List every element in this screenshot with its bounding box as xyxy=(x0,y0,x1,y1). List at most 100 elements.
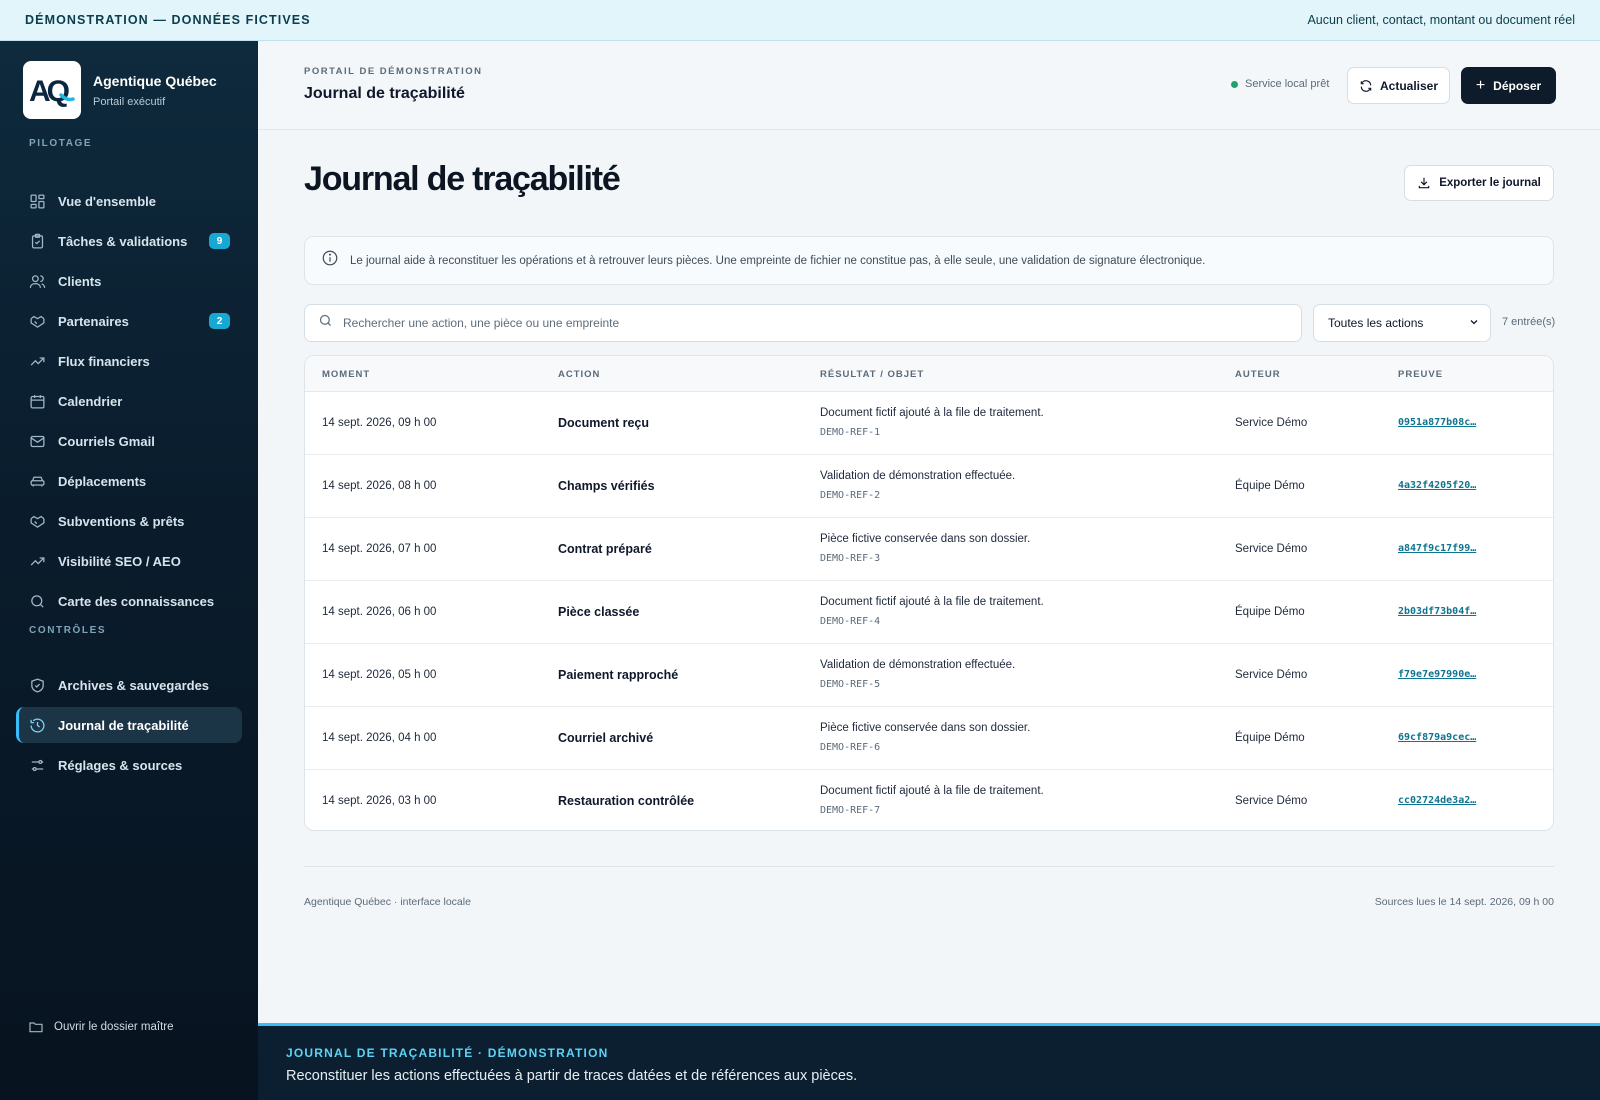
sidebar-item-archives[interactable]: Archives & sauvegardes xyxy=(16,667,242,703)
deposit-button[interactable]: + Déposer xyxy=(1461,67,1556,104)
cell-action: Contrat préparé xyxy=(558,542,652,556)
sidebar-item-label: Visibilité SEO / AEO xyxy=(58,553,181,569)
cell-moment: 14 sept. 2026, 04 h 00 xyxy=(322,732,437,744)
sidebar-item-calendar[interactable]: Calendrier xyxy=(16,383,242,419)
table-row[interactable]: 14 sept. 2026, 08 h 00 Champs vérifiés Val… xyxy=(305,455,1553,518)
sidebar-item-label: Tâches & validations xyxy=(58,233,188,249)
service-status-text: Service local prêt xyxy=(1245,78,1330,90)
deposit-button-label: Déposer xyxy=(1493,78,1542,93)
footer-divider xyxy=(304,866,1554,867)
sidebar-item-label: Partenaires xyxy=(58,313,129,329)
clipboard-check-icon xyxy=(28,232,46,250)
chevron-down-icon xyxy=(1468,316,1480,331)
refresh-button-label: Actualiser xyxy=(1379,78,1439,93)
cell-action: Document reçu xyxy=(558,416,649,430)
brand-logo: AQ xyxy=(23,61,81,119)
open-master-folder-label: Ouvrir le dossier maître xyxy=(54,1021,174,1033)
action-filter-value: Toutes les actions xyxy=(1328,316,1424,330)
sidebar-item-finance[interactable]: Flux financiers xyxy=(16,343,242,379)
open-master-folder-link[interactable]: Ouvrir le dossier maître xyxy=(28,1019,174,1035)
sidebar-item-label: Journal de traçabilité xyxy=(58,717,189,733)
sidebar-item-label: Subventions & prêts xyxy=(58,513,185,529)
cell-moment: 14 sept. 2026, 03 h 00 xyxy=(322,795,437,807)
status-dot-icon xyxy=(1231,80,1238,88)
column-header-author: AUTEUR xyxy=(1235,369,1281,380)
sidebar-item-overview[interactable]: Vue d'ensemble xyxy=(16,183,242,219)
table-row[interactable]: 14 sept. 2026, 06 h 00 Pièce classée Docum… xyxy=(305,581,1553,644)
cell-author: Équipe Démo xyxy=(1235,606,1305,618)
sidebar-item-knowledge[interactable]: Carte des connaissances xyxy=(16,583,242,619)
proof-hash-link[interactable]: cc02724de3a2… xyxy=(1398,795,1476,806)
sidebar-item-clients[interactable]: Clients xyxy=(16,263,242,299)
history-icon xyxy=(28,716,46,734)
cell-action: Restauration contrôlée xyxy=(558,794,695,808)
table-row[interactable]: 14 sept. 2026, 04 h 00 Courriel archivé Pi… xyxy=(305,707,1553,770)
users-icon xyxy=(28,272,46,290)
sidebar-item-label: Déplacements xyxy=(58,473,147,489)
sidebar-item-grants[interactable]: Subventions & prêts xyxy=(16,503,242,539)
cell-action: Courriel archivé xyxy=(558,731,654,745)
table-row[interactable]: 14 sept. 2026, 03 h 00 Restauration contr… xyxy=(305,770,1553,830)
sidebar-item-gmail[interactable]: Courriels Gmail xyxy=(16,423,242,459)
cell-reference: DEMO-REF-3 xyxy=(820,553,881,564)
sidebar-item-audit-log[interactable]: Journal de traçabilité xyxy=(16,707,242,743)
cell-author: Service Démo xyxy=(1235,795,1308,807)
demo-banner-label: DÉMONSTRATION — DONNÉES FICTIVES xyxy=(25,13,311,27)
cell-reference: DEMO-REF-5 xyxy=(820,679,881,690)
audit-log-table: MOMENT ACTION RÉSULTAT / OBJET AUTEUR PR… xyxy=(304,355,1554,831)
mail-icon xyxy=(28,432,46,450)
proof-hash-link[interactable]: f79e7e97990e… xyxy=(1398,669,1476,680)
cell-reference: DEMO-REF-4 xyxy=(820,616,881,627)
proof-hash-link[interactable]: 0951a877b08c… xyxy=(1398,417,1476,428)
bottom-banner: JOURNAL DE TRAÇABILITÉ · DÉMONSTRATION R… xyxy=(258,1023,1600,1100)
page-title: Journal de traçabilité xyxy=(304,160,621,198)
footer-app-info: Agentique Québec · interface locale xyxy=(304,896,471,908)
cell-action: Champs vérifiés xyxy=(558,479,655,493)
proof-hash-link[interactable]: a847f9c17f99… xyxy=(1398,543,1476,554)
search-input[interactable] xyxy=(343,316,1283,330)
cell-moment: 14 sept. 2026, 05 h 00 xyxy=(322,669,437,681)
search-field[interactable] xyxy=(304,304,1302,342)
brand[interactable]: AQ Agentique Québec Portail exécutif xyxy=(23,61,217,119)
refresh-icon xyxy=(1359,79,1373,93)
cell-reference: DEMO-REF-7 xyxy=(820,805,881,816)
count-badge: 2 xyxy=(209,313,230,329)
entry-count: 7 entrée(s) xyxy=(1502,316,1556,328)
cell-result: Validation de démonstration effectuée. xyxy=(820,659,1016,671)
cell-result: Document fictif ajouté à la file de trai… xyxy=(820,407,1044,419)
cell-action: Pièce classée xyxy=(558,605,640,619)
download-icon xyxy=(1417,176,1431,190)
sidebar-item-label: Calendrier xyxy=(58,393,123,409)
sidebar-item-seo[interactable]: Visibilité SEO / AEO xyxy=(16,543,242,579)
sliders-icon xyxy=(28,756,46,774)
cell-moment: 14 sept. 2026, 09 h 00 xyxy=(322,417,437,429)
action-filter-select[interactable]: Toutes les actions xyxy=(1313,304,1491,342)
trend-up-icon xyxy=(28,552,46,570)
search-icon xyxy=(28,592,46,610)
table-row[interactable]: 14 sept. 2026, 09 h 00 Document reçu Docum… xyxy=(305,392,1553,455)
demo-banner-notice: Aucun client, contact, montant ou docume… xyxy=(1307,13,1575,27)
proof-hash-link[interactable]: 2b03df73b04f… xyxy=(1398,606,1476,617)
cell-result: Pièce fictive conservée dans son dossier… xyxy=(820,533,1031,545)
sidebar-item-label: Clients xyxy=(58,273,102,289)
header-title: Journal de traçabilité xyxy=(304,85,465,102)
cell-author: Service Démo xyxy=(1235,669,1308,681)
cell-author: Équipe Démo xyxy=(1235,732,1305,744)
proof-hash-link[interactable]: 69cf879a9cec… xyxy=(1398,732,1476,743)
table-row[interactable]: 14 sept. 2026, 07 h 00 Contrat préparé Piè… xyxy=(305,518,1553,581)
sidebar-item-settings[interactable]: Réglages & sources xyxy=(16,747,242,783)
cell-reference: DEMO-REF-6 xyxy=(820,742,881,753)
info-notice-text: Le journal aide à reconstituer les opéra… xyxy=(350,254,1206,267)
brand-subtitle: Portail exécutif xyxy=(93,95,166,108)
table-row[interactable]: 14 sept. 2026, 05 h 00 Paiement rapproché… xyxy=(305,644,1553,707)
sidebar-item-travel[interactable]: Déplacements xyxy=(16,463,242,499)
proof-hash-link[interactable]: 4a32f4205f20… xyxy=(1398,480,1476,491)
sidebar-item-partners[interactable]: Partenaires 2 xyxy=(16,303,242,339)
sidebar-item-tasks[interactable]: Tâches & validations 9 xyxy=(16,223,242,259)
refresh-button[interactable]: Actualiser xyxy=(1347,67,1450,104)
cell-moment: 14 sept. 2026, 08 h 00 xyxy=(322,480,437,492)
export-log-button[interactable]: Exporter le journal xyxy=(1404,165,1554,201)
cell-moment: 14 sept. 2026, 07 h 00 xyxy=(322,543,437,555)
table-header: MOMENT ACTION RÉSULTAT / OBJET AUTEUR PR… xyxy=(305,356,1553,392)
calendar-icon xyxy=(28,392,46,410)
